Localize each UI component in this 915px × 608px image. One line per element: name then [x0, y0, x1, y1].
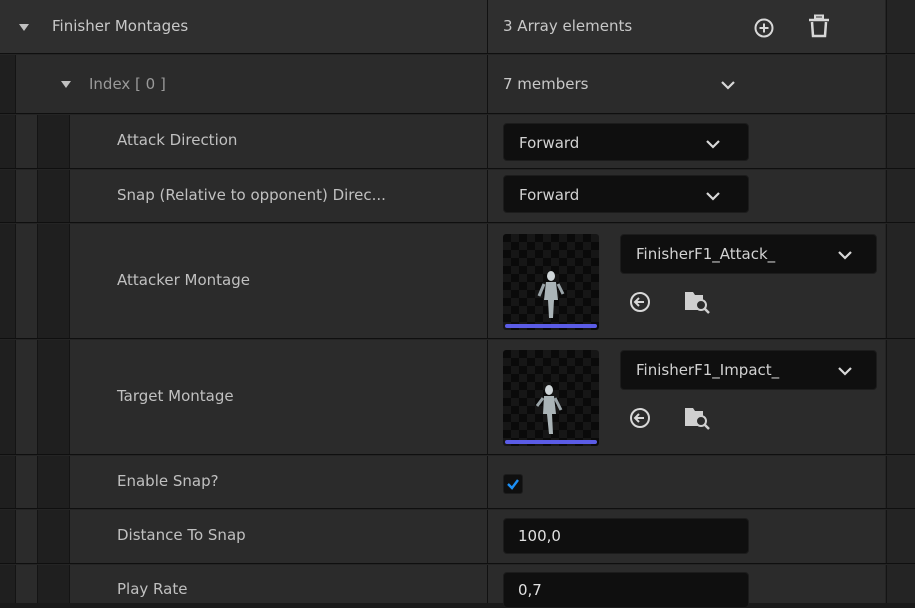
attacker-montage-row: Attacker Montage FinisherF1_Attack_: [0, 224, 915, 339]
chevron-down-icon[interactable]: [720, 80, 736, 90]
enable-snap-checkbox[interactable]: [503, 474, 523, 494]
distance-to-snap-value: 100,0: [518, 527, 561, 545]
browse-folder-icon[interactable]: [683, 404, 711, 430]
play-rate-label: Play Rate: [117, 580, 188, 598]
target-montage-asset-picker[interactable]: FinisherF1_Impact_: [620, 350, 877, 390]
collapse-arrow-icon[interactable]: [19, 24, 29, 31]
use-selected-arrow-icon[interactable]: [628, 290, 652, 314]
asset-type-bar: [505, 440, 597, 444]
finisher-montages-label: Finisher Montages: [52, 17, 189, 35]
attacker-montage-asset-picker[interactable]: FinisherF1_Attack_: [620, 234, 877, 274]
collapse-arrow-icon[interactable]: [61, 81, 71, 88]
chevron-down-icon: [838, 251, 852, 260]
finisher-montages-row: Finisher Montages 3 Array elements: [0, 0, 915, 54]
play-rate-row: Play Rate 0,7: [0, 565, 915, 608]
use-selected-arrow-icon[interactable]: [628, 406, 652, 430]
target-montage-row: Target Montage FinisherF1_Impact_: [0, 340, 915, 455]
distance-to-snap-label: Distance To Snap: [117, 526, 246, 544]
checkmark-icon: [507, 479, 519, 490]
attacker-montage-thumbnail[interactable]: [503, 234, 599, 330]
array-count: 3 Array elements: [503, 17, 633, 35]
character-figure-icon: [537, 271, 565, 318]
asset-type-bar: [505, 324, 597, 328]
details-panel: Finisher Montages 3 Array elements Index…: [0, 0, 915, 608]
attack-direction-label: Attack Direction: [117, 131, 238, 149]
snap-direction-row: Snap (Relative to opponent) Direc... For…: [0, 170, 915, 223]
attack-direction-dropdown[interactable]: Forward: [503, 123, 749, 161]
add-circle-icon[interactable]: [753, 17, 775, 39]
distance-to-snap-input[interactable]: 100,0: [503, 518, 749, 554]
snap-direction-dropdown[interactable]: Forward: [503, 175, 749, 213]
browse-folder-icon[interactable]: [683, 288, 711, 314]
trash-icon[interactable]: [808, 14, 830, 38]
index-label: Index [ 0 ]: [89, 75, 166, 93]
enable-snap-row: Enable Snap?: [0, 456, 915, 509]
attack-direction-row: Attack Direction Forward: [0, 115, 915, 169]
enable-snap-label: Enable Snap?: [117, 472, 219, 490]
play-rate-value: 0,7: [518, 581, 542, 599]
distance-to-snap-row: Distance To Snap 100,0: [0, 510, 915, 564]
attacker-montage-asset-name: FinisherF1_Attack_: [636, 245, 776, 263]
snap-direction-value: Forward: [519, 186, 580, 204]
chevron-down-icon: [706, 140, 720, 149]
character-figure-icon: [535, 385, 563, 434]
attack-direction-value: Forward: [519, 134, 580, 152]
chevron-down-icon: [838, 367, 852, 376]
target-montage-thumbnail[interactable]: [503, 350, 599, 446]
members-count: 7 members: [503, 75, 589, 93]
index-0-row: Index [ 0 ] 7 members: [0, 55, 915, 114]
attacker-montage-label: Attacker Montage: [117, 271, 250, 289]
target-montage-asset-name: FinisherF1_Impact_: [636, 361, 780, 379]
chevron-down-icon: [706, 192, 720, 201]
snap-direction-label: Snap (Relative to opponent) Direc...: [117, 186, 386, 204]
target-montage-label: Target Montage: [117, 387, 234, 405]
